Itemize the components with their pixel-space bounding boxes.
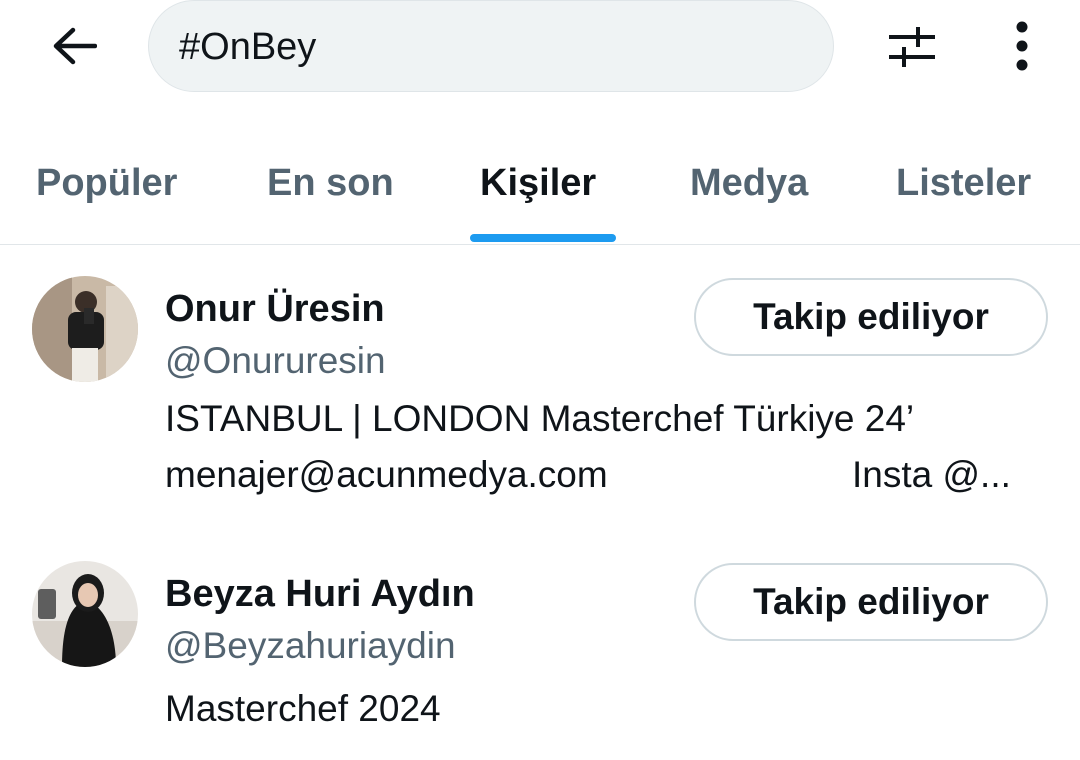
top-bar xyxy=(0,0,1080,100)
search-input[interactable] xyxy=(179,23,799,71)
search-results-page: Popüler En son Kişiler Medya Listeler xyxy=(0,0,1080,760)
arrow-left-icon xyxy=(53,27,97,65)
user-name[interactable]: Onur Üresin xyxy=(165,288,385,331)
following-button[interactable]: Takip ediliyor xyxy=(694,563,1048,641)
more-options-button[interactable] xyxy=(996,14,1048,78)
user-bio-line: Masterchef 2024 xyxy=(165,688,441,729)
search-box[interactable] xyxy=(148,0,834,92)
filter-button[interactable] xyxy=(880,18,944,74)
tab-kisiler[interactable]: Kişiler xyxy=(480,140,620,244)
tab-medya[interactable]: Medya xyxy=(690,140,830,244)
avatar[interactable] xyxy=(32,276,138,382)
avatar[interactable] xyxy=(32,561,138,667)
tab-en-son[interactable]: En son xyxy=(267,140,407,244)
tab-label: Kişiler xyxy=(480,162,597,204)
tab-populer[interactable]: Popüler xyxy=(36,140,196,244)
tab-label: Popüler xyxy=(36,162,178,204)
avatar-image xyxy=(32,561,138,667)
active-tab-indicator xyxy=(470,234,616,242)
tab-label: En son xyxy=(267,162,394,204)
user-handle: @Onururesin xyxy=(165,340,386,381)
tab-label: Listeler xyxy=(896,162,1032,204)
user-bio-line: menajer@acunmedya.com xyxy=(165,454,608,495)
avatar-image xyxy=(32,276,138,382)
back-button[interactable] xyxy=(44,18,104,74)
more-vertical-icon xyxy=(1016,21,1028,71)
tab-label: Medya xyxy=(690,162,809,204)
user-bio-line: ISTANBUL | LONDON Masterchef Türkiye 24’ xyxy=(165,398,915,439)
user-handle: @Beyzahuriaydin xyxy=(165,625,456,666)
tab-bar: Popüler En son Kişiler Medya Listeler xyxy=(0,140,1080,245)
user-bio-truncated: Insta @... xyxy=(852,454,1011,495)
following-button[interactable]: Takip ediliyor xyxy=(694,278,1048,356)
user-name[interactable]: Beyza Huri Aydın xyxy=(165,573,475,616)
tab-listeler[interactable]: Listeler xyxy=(896,140,1056,244)
sliders-icon xyxy=(889,27,935,67)
